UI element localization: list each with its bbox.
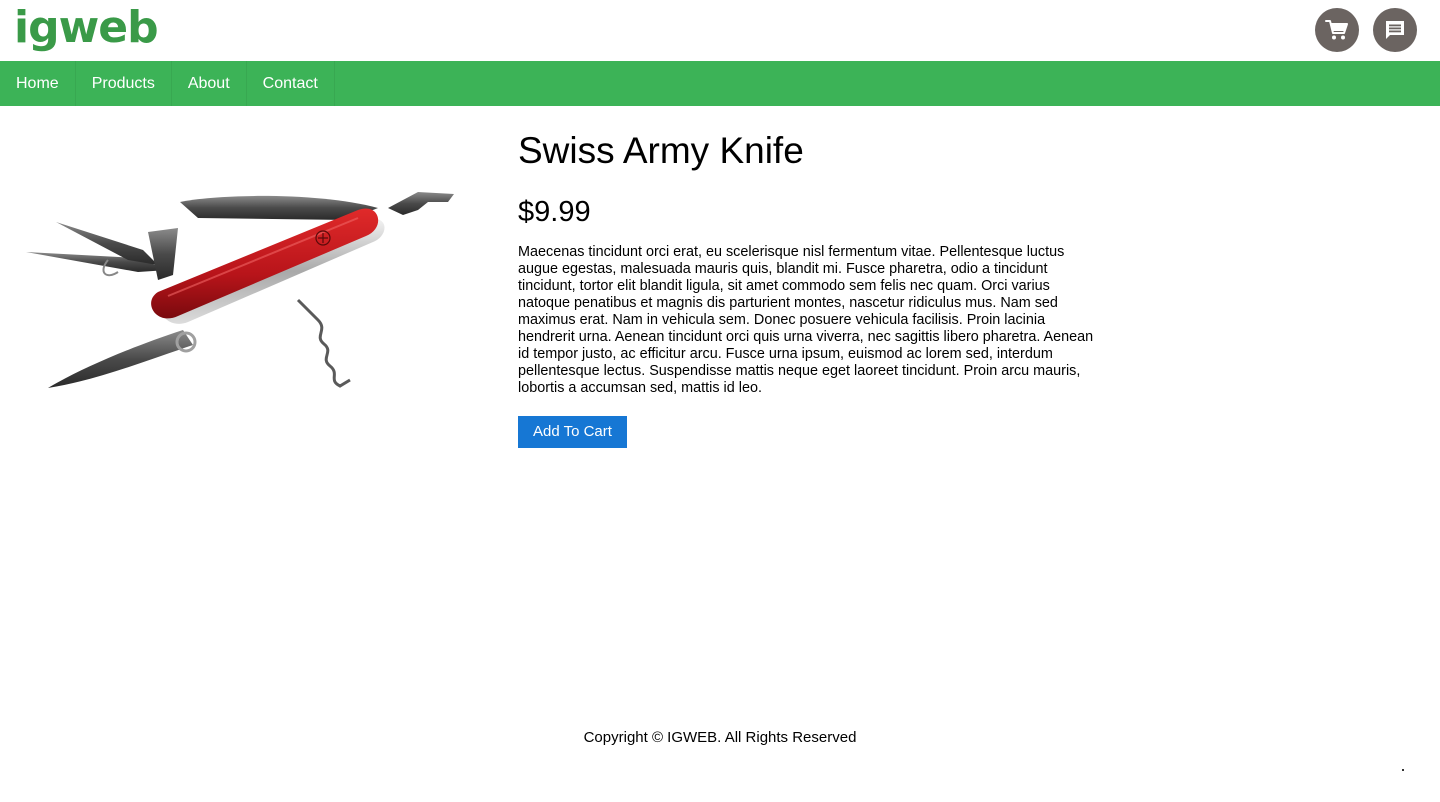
nav-item-about[interactable]: About [172,61,247,106]
product-image [26,192,454,388]
site-logo[interactable]: igweb [14,2,159,54]
nav-item-contact[interactable]: Contact [247,61,335,106]
cart-button[interactable] [1315,8,1359,52]
product-details: Swiss Army Knife $9.99 Maecenas tincidun… [518,128,1098,448]
footer-copyright: Copyright © IGWEB. All Rights Reserved [583,729,857,746]
product-price: $9.99 [518,196,591,228]
product-description: Maecenas tincidunt orci erat, eu sceleri… [518,244,1094,396]
nav-item-home[interactable]: Home [0,61,76,106]
main-nav: Home Products About Contact [0,61,1440,106]
product-title: Swiss Army Knife [518,130,804,171]
chat-icon [1386,21,1404,39]
cart-icon [1325,20,1348,40]
site-header: igweb [0,0,1440,61]
chat-button[interactable] [1373,8,1417,52]
page-dot [1402,769,1404,771]
add-to-cart-button[interactable]: Add To Cart [518,416,627,448]
nav-item-products[interactable]: Products [76,61,172,106]
